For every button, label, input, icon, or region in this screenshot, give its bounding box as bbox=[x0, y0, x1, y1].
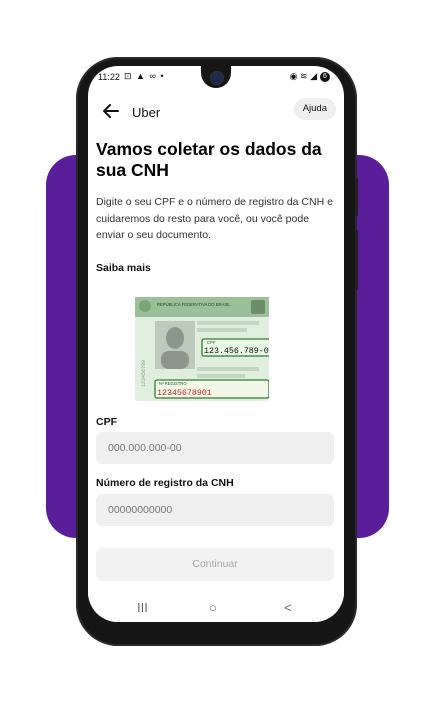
card-line bbox=[197, 374, 245, 378]
card-line bbox=[197, 367, 259, 371]
cnh-number-input[interactable]: 00000000000 bbox=[96, 494, 334, 526]
arrow-left-icon bbox=[103, 104, 119, 118]
phone-side-button bbox=[355, 230, 358, 290]
notification-icons: ⊡ ▲ ∞ • bbox=[124, 71, 165, 81]
phone-side-button bbox=[355, 178, 358, 216]
card-line bbox=[197, 321, 259, 325]
main-content: Vamos coletar os dados da sua CNH Digite… bbox=[96, 139, 336, 274]
cpf-input[interactable]: 000.000.000-00 bbox=[96, 432, 334, 464]
cnh-label: Número de registro da CNH bbox=[96, 477, 234, 489]
card-seal bbox=[139, 300, 151, 312]
home-button[interactable]: ○ bbox=[209, 600, 217, 615]
status-time: 11:22 bbox=[98, 72, 120, 82]
registro-value: 12345678901 bbox=[157, 389, 212, 398]
continue-button[interactable]: Continuar bbox=[96, 548, 334, 581]
cnh-illustration: REPÚBLICA FEDERATIVA DO BRASIL 123456789… bbox=[135, 297, 269, 401]
card-side-number: 123456789 bbox=[141, 360, 147, 387]
page-title: Vamos coletar os dados da sua CNH bbox=[96, 139, 322, 180]
system-nav-bar: III ○ < bbox=[88, 594, 344, 622]
cpf-tag: CPF bbox=[207, 340, 216, 345]
learn-more-link[interactable]: Saiba mais bbox=[96, 262, 336, 274]
system-icons: ◉ ≋ ◢ 6 bbox=[290, 71, 330, 82]
back-arrow-button[interactable] bbox=[100, 100, 122, 122]
card-line bbox=[197, 328, 247, 332]
header-title: Uber bbox=[132, 105, 161, 120]
cpf-label: CPF bbox=[96, 416, 117, 428]
cpf-value: 123.456.789-01 bbox=[204, 347, 269, 356]
card-emblem bbox=[251, 300, 265, 314]
card-header-text: REPÚBLICA FEDERATIVA DO BRASIL bbox=[157, 302, 231, 307]
recent-apps-button[interactable]: III bbox=[137, 600, 148, 615]
nav-back-button[interactable]: < bbox=[284, 600, 292, 615]
signal-icons: ◉ ≋ ◢ bbox=[289, 71, 317, 81]
registro-tag: Nº REGISTRO bbox=[159, 381, 187, 386]
help-button[interactable]: Ajuda bbox=[293, 98, 336, 120]
battery-icon: 6 bbox=[320, 71, 330, 82]
photo-head bbox=[166, 327, 184, 349]
card-header-band bbox=[135, 297, 269, 317]
front-camera bbox=[210, 71, 224, 85]
phone-screen: 11:22 ⊡ ▲ ∞ • ◉ ≋ ◢ 6 Uber Ajuda Vamos c… bbox=[88, 66, 344, 622]
photo-body bbox=[161, 351, 189, 369]
page-description: Digite o seu CPF e o número de registro … bbox=[96, 196, 333, 241]
app-header: Uber Ajuda bbox=[88, 94, 344, 130]
